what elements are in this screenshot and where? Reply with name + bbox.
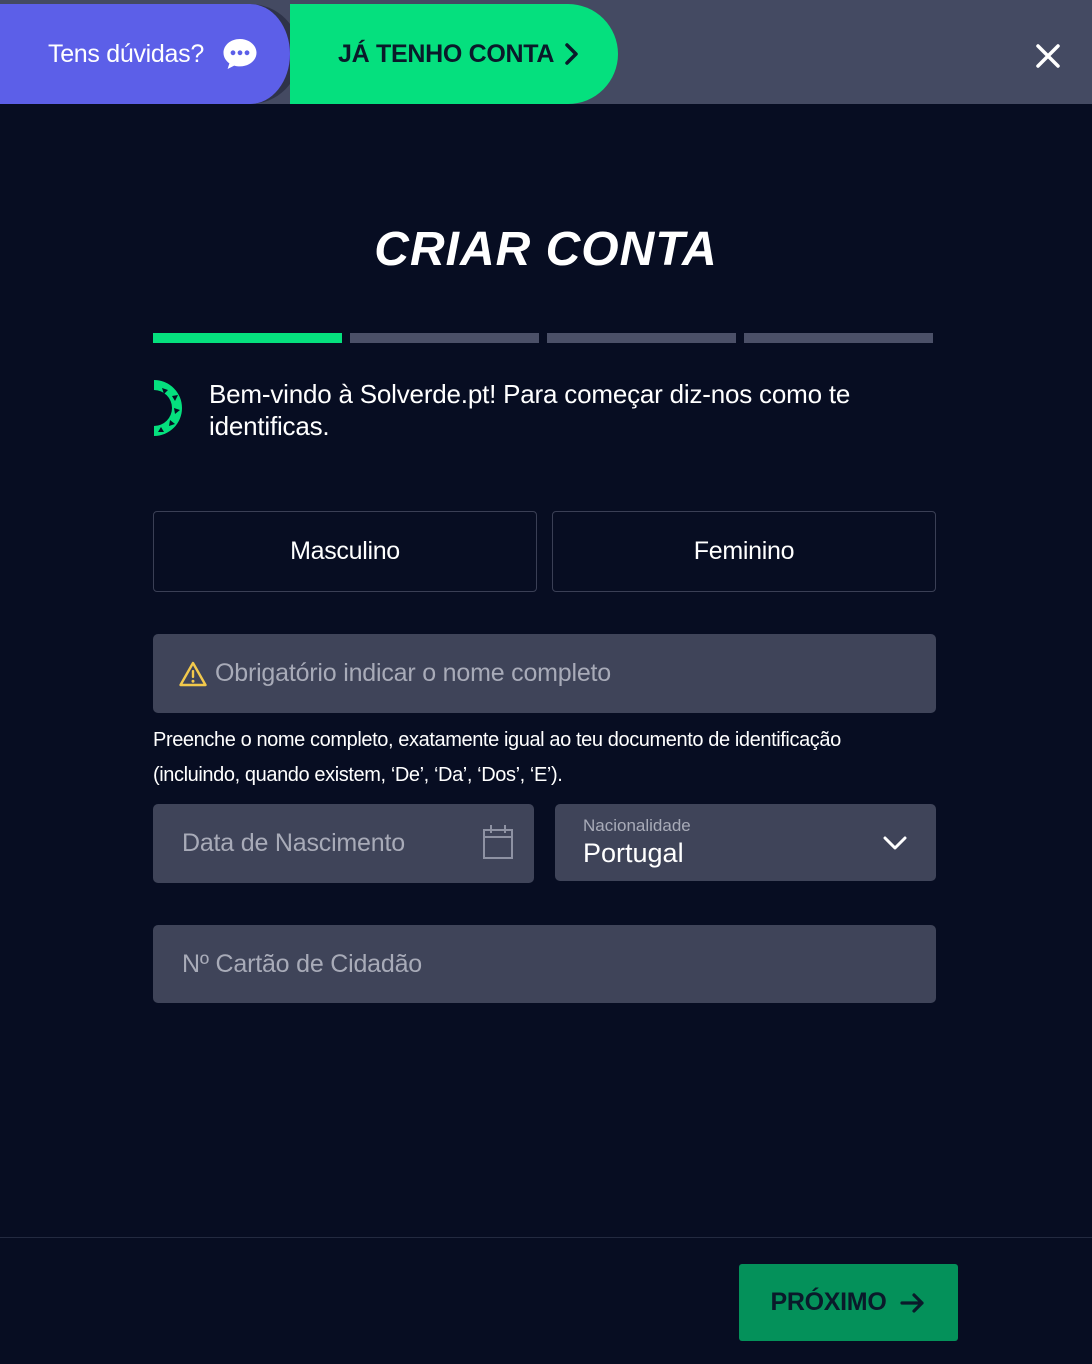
welcome-message: Bem-vindo à Solverde.pt! Para começar di… (150, 378, 870, 442)
gender-male-button[interactable]: Masculino (153, 511, 537, 592)
progress-step-4 (744, 333, 933, 343)
nationality-select[interactable]: Nacionalidade Portugal (555, 804, 936, 881)
progress-step-2 (350, 333, 539, 343)
nationality-label: Nacionalidade (583, 816, 691, 835)
arrow-right-icon (900, 1292, 926, 1314)
next-button[interactable]: PRÓXIMO (739, 1264, 958, 1341)
gender-female-button[interactable]: Feminino (552, 511, 936, 592)
top-bar: Tens dúvidas? JÁ TENHO CONTA (0, 0, 1092, 104)
step-progress-bar (153, 333, 933, 343)
next-button-label: PRÓXIMO (770, 1288, 887, 1316)
page-title: CRIAR CONTA (374, 223, 718, 276)
help-button[interactable]: Tens dúvidas? (0, 4, 300, 104)
full-name-placeholder: Obrigatório indicar o nome completo (215, 659, 611, 687)
footer-divider (0, 1237, 1092, 1238)
solverde-logo-icon (150, 378, 186, 438)
birth-date-placeholder: Data de Nascimento (182, 829, 405, 857)
calendar-icon[interactable] (482, 824, 514, 860)
citizen-card-input[interactable]: Nº Cartão de Cidadão (153, 925, 936, 1003)
birth-date-input[interactable]: Data de Nascimento (153, 804, 534, 883)
chat-bubble-icon (222, 37, 258, 71)
login-link-button[interactable]: JÁ TENHO CONTA (290, 4, 618, 104)
full-name-hint: Preenche o nome completo, exatamente igu… (153, 729, 841, 786)
progress-step-3 (547, 333, 736, 343)
full-name-input[interactable]: Obrigatório indicar o nome completo (153, 634, 936, 713)
nationality-value: Portugal (583, 838, 684, 868)
close-icon[interactable] (1030, 38, 1066, 74)
welcome-text: Bem-vindo à Solverde.pt! Para começar di… (209, 379, 851, 441)
citizen-card-placeholder: Nº Cartão de Cidadão (182, 949, 422, 978)
chevron-down-icon (882, 834, 908, 852)
login-link-label: JÁ TENHO CONTA (338, 39, 555, 68)
chevron-right-icon (564, 43, 580, 65)
progress-step-1 (153, 333, 342, 343)
help-label: Tens dúvidas? (48, 39, 204, 68)
warning-icon (179, 661, 207, 687)
